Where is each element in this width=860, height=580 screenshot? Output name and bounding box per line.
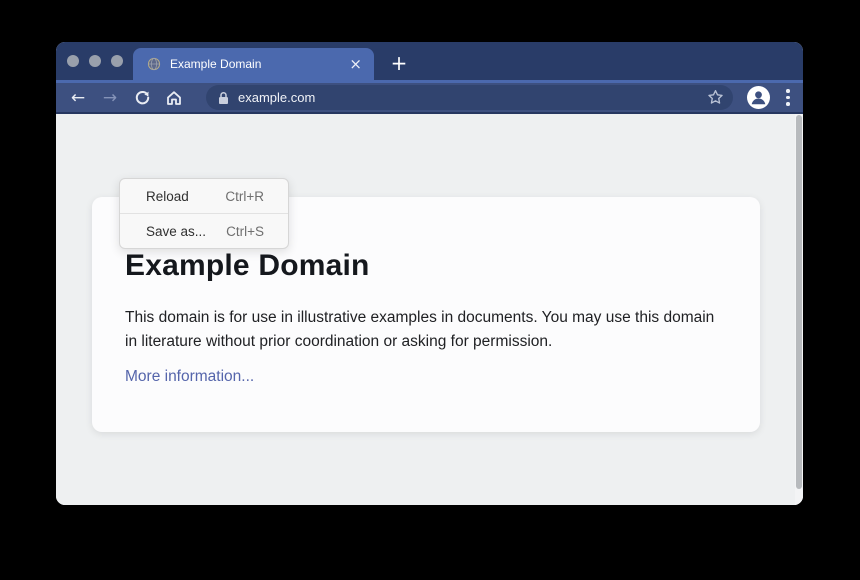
- traffic-light-minimize[interactable]: [89, 55, 101, 67]
- page-viewport: Example Domain This domain is for use in…: [56, 114, 803, 505]
- tab-title: Example Domain: [170, 57, 341, 71]
- tab-strip: Example Domain × +: [56, 42, 803, 80]
- browser-window: Example Domain × + ← → example.com: [56, 42, 803, 505]
- tab-close-button[interactable]: ×: [349, 57, 362, 72]
- url-text[interactable]: example.com: [238, 90, 706, 105]
- back-button[interactable]: ←: [66, 86, 90, 110]
- traffic-light-zoom[interactable]: [111, 55, 123, 67]
- traffic-light-close[interactable]: [67, 55, 79, 67]
- address-bar[interactable]: example.com: [206, 85, 733, 110]
- page-title: Example Domain: [125, 249, 727, 283]
- scrollbar-thumb[interactable]: [796, 115, 802, 489]
- window-controls: [67, 55, 123, 67]
- new-tab-button[interactable]: +: [384, 48, 414, 78]
- home-icon: [165, 89, 183, 107]
- profile-avatar-button[interactable]: [747, 86, 770, 109]
- bookmark-star-icon[interactable]: [706, 88, 725, 107]
- globe-icon: [147, 57, 161, 71]
- context-menu-item-save-as[interactable]: Save as... Ctrl+S: [120, 214, 288, 248]
- profile-avatar-icon: [747, 86, 770, 109]
- context-menu: Reload Ctrl+R Save as... Ctrl+S: [119, 178, 289, 249]
- menu-item-label: Save as...: [146, 224, 206, 239]
- scrollbar[interactable]: [795, 114, 803, 505]
- forward-button[interactable]: →: [98, 86, 122, 110]
- page-paragraph: This domain is for use in illustrative e…: [125, 306, 717, 354]
- lock-icon: [218, 91, 229, 105]
- more-information-link[interactable]: More information...: [125, 368, 254, 386]
- kebab-menu-button[interactable]: [783, 89, 793, 106]
- context-menu-item-reload[interactable]: Reload Ctrl+R: [120, 179, 288, 213]
- tab-example-domain[interactable]: Example Domain ×: [133, 48, 374, 80]
- menu-item-label: Reload: [146, 189, 189, 204]
- kebab-menu-icon: [786, 89, 790, 93]
- reload-button[interactable]: [130, 86, 154, 110]
- reload-icon: [134, 89, 151, 106]
- menu-item-shortcut: Ctrl+R: [225, 189, 264, 204]
- browser-toolbar: ← → example.com: [56, 83, 803, 114]
- home-button[interactable]: [162, 86, 186, 110]
- menu-item-shortcut: Ctrl+S: [226, 224, 264, 239]
